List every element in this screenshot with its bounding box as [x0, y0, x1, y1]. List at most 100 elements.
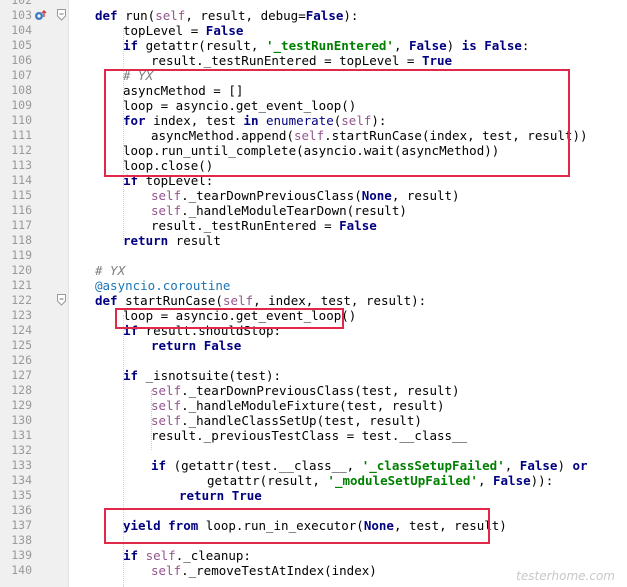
code-line[interactable]: 125 return False — [0, 338, 627, 353]
code-token: ._handleModuleTearDown(result) — [181, 203, 407, 218]
code-token: False — [519, 458, 558, 473]
code-line[interactable]: 135 return True — [0, 488, 627, 503]
line-number: 126 — [11, 353, 32, 367]
code-line[interactable]: 133 if (getattr(test.__class__, '_classSe… — [0, 458, 627, 473]
line-number: 125 — [11, 338, 32, 352]
code-token: @asyncio.coroutine — [95, 278, 231, 293]
code-token: False — [305, 8, 344, 23]
code-token: None — [361, 188, 392, 203]
code-token: self — [145, 548, 176, 563]
override-marker-icon[interactable] — [34, 9, 48, 22]
code-token: ._cleanup: — [175, 548, 251, 563]
code-line[interactable]: 117 result._testRunEntered = False — [0, 218, 627, 233]
code-token: self — [151, 563, 182, 578]
code-token: False — [339, 218, 377, 233]
code-line[interactable]: 115 self._tearDownPreviousClass(None, res… — [0, 188, 627, 203]
code-token: ._handleModuleFixture(test, result) — [181, 398, 445, 413]
code-token: def — [95, 293, 126, 308]
code-token: False — [409, 38, 447, 53]
code-line[interactable]: 106 result._testRunEntered = topLevel = T… — [0, 53, 627, 68]
line-number: 109 — [11, 98, 32, 112]
code-token: self — [151, 383, 182, 398]
code-text: self._removeTestAtIndex(index) — [151, 563, 377, 578]
code-line[interactable]: 127 if _isnotsuite(test): — [0, 368, 627, 383]
code-line[interactable]: 126 — [0, 353, 627, 368]
code-line[interactable]: 104 topLevel = False — [0, 23, 627, 38]
line-number: 130 — [11, 413, 32, 427]
line-number: 117 — [11, 218, 32, 232]
code-token: self — [155, 8, 186, 23]
code-token: True — [231, 488, 262, 503]
code-line[interactable]: 128 self._tearDownPreviousClass(test, res… — [0, 383, 627, 398]
line-number: 129 — [11, 398, 32, 412]
code-token: '_moduleSetUpFailed' — [327, 473, 478, 488]
fold-collapse-icon[interactable] — [57, 9, 66, 21]
code-token: return — [123, 233, 176, 248]
code-token: False — [205, 23, 244, 38]
code-token: getattr(result, — [145, 38, 266, 53]
code-line[interactable]: 119 — [0, 248, 627, 263]
code-line[interactable]: 118 return result — [0, 233, 627, 248]
code-token: True — [421, 53, 453, 68]
code-token: , — [477, 473, 493, 488]
code-token: '_testRunEntered' — [266, 38, 394, 53]
code-line[interactable]: 122 def startRunCase(self, index, test, r… — [0, 293, 627, 308]
code-line[interactable]: 116 self._handleModuleTearDown(result) — [0, 203, 627, 218]
code-text: def startRunCase(self, index, test, resu… — [95, 293, 426, 308]
line-number: 105 — [11, 38, 32, 52]
code-line[interactable]: 103 def run(self, result, debug=False): — [0, 8, 627, 23]
line-number: 120 — [11, 263, 32, 277]
code-line[interactable]: 102 — [0, 0, 627, 8]
code-token: , index, test, result): — [253, 293, 427, 308]
code-text: self._handleModuleTearDown(result) — [151, 203, 407, 218]
code-line[interactable]: 129 self._handleModuleFixture(test, resul… — [0, 398, 627, 413]
code-line[interactable]: 131 result._previousTestClass = test.__cl… — [0, 428, 627, 443]
code-token: topLevel = — [123, 23, 206, 38]
line-number: 136 — [11, 503, 32, 517]
code-line[interactable]: 132 — [0, 443, 627, 458]
code-text: self._handleModuleFixture(test, result) — [151, 398, 445, 413]
code-text: topLevel = False — [123, 23, 243, 38]
code-text: getattr(result, '_moduleSetUpFailed', Fa… — [207, 473, 553, 488]
code-text: if self._cleanup: — [123, 548, 251, 563]
fold-collapse-icon[interactable] — [57, 294, 66, 306]
code-text: result._testRunEntered = False — [151, 218, 377, 233]
code-text: return False — [151, 338, 241, 353]
code-text: if (getattr(test.__class__, '_classSetup… — [151, 458, 588, 473]
line-number: 118 — [11, 233, 32, 247]
code-editor[interactable]: 102 103 def run(self, result, debug=False)… — [0, 0, 627, 587]
code-line[interactable]: 121 @asyncio.coroutine — [0, 278, 627, 293]
line-number: 127 — [11, 368, 32, 382]
code-token: self — [222, 293, 254, 308]
line-number: 121 — [11, 278, 32, 292]
line-number: 107 — [11, 68, 32, 82]
code-line[interactable]: 120 # YX — [0, 263, 627, 278]
code-token: ._handleClassSetUp(test, result) — [181, 413, 422, 428]
code-token: ) — [446, 38, 462, 53]
code-token: _isnotsuite(test): — [145, 368, 282, 383]
code-token: startRunCase( — [125, 293, 223, 308]
code-token: if — [123, 368, 146, 383]
code-token: getattr(result, — [207, 473, 328, 488]
code-token: result._previousTestClass = test.__class… — [151, 428, 468, 443]
code-text: result._previousTestClass = test.__class… — [151, 428, 467, 443]
code-token: , result) — [391, 188, 460, 203]
code-line[interactable]: 105 if getattr(result, '_testRunEntered',… — [0, 38, 627, 53]
line-number: 138 — [11, 533, 32, 547]
line-number: 122 — [11, 293, 32, 307]
line-number: 102 — [11, 0, 32, 7]
line-number: 114 — [11, 173, 32, 187]
code-token: (getattr(test.__class__, — [173, 458, 362, 473]
line-number: 108 — [11, 83, 32, 97]
code-line[interactable]: 139 if self._cleanup: — [0, 548, 627, 563]
line-number: 123 — [11, 308, 32, 322]
code-line[interactable]: 130 self._handleClassSetUp(test, result) — [0, 413, 627, 428]
line-number: 106 — [11, 53, 32, 67]
line-number: 140 — [11, 563, 32, 577]
code-text: def run(self, result, debug=False): — [95, 8, 358, 23]
line-number: 133 — [11, 458, 32, 472]
code-line[interactable]: 134 getattr(result, '_moduleSetUpFailed',… — [0, 473, 627, 488]
line-number: 134 — [11, 473, 32, 487]
code-token: self — [151, 413, 182, 428]
line-number: 116 — [11, 203, 32, 217]
